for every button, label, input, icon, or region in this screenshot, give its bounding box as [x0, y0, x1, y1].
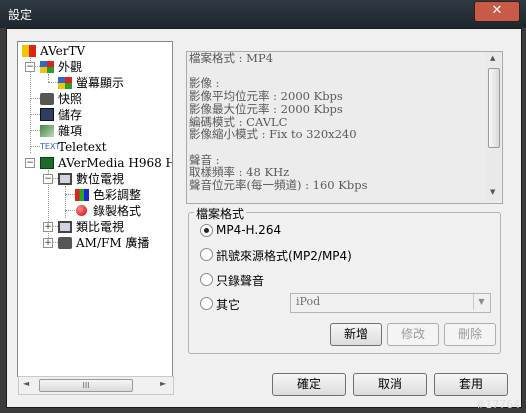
apply-button[interactable]: 套用: [434, 373, 508, 396]
radio-source-format[interactable]: [200, 248, 213, 261]
scroll-left-arrow-icon[interactable]: ◄: [23, 379, 29, 388]
expand-toggle[interactable]: +: [43, 238, 53, 248]
radio-audio-only[interactable]: [200, 273, 213, 286]
info-vertical-scrollbar[interactable]: ▲ ▼: [486, 52, 501, 201]
add-button[interactable]: 新增: [330, 323, 382, 346]
info-line: 影像平均位元率 : 2000 Kbps: [189, 89, 343, 104]
delete-button[interactable]: 刪除: [444, 323, 496, 346]
scroll-down-arrow-icon[interactable]: ▼: [490, 188, 495, 196]
aver-logo-icon: [22, 45, 36, 57]
info-line: 檔案格式 : MP4: [189, 51, 274, 65]
title-bar: [0, 0, 526, 28]
radio-label-other: 其它: [216, 298, 241, 312]
scroll-thumb[interactable]: [488, 68, 500, 148]
close-button[interactable]: ✕: [474, 1, 520, 22]
ok-button[interactable]: 確定: [272, 373, 346, 396]
format-info-text: 檔案格式 : MP4 影像 : 影像平均位元率 : 2000 Kbps 影像最大位元…: [189, 52, 484, 192]
collapse-toggle[interactable]: −: [25, 158, 35, 168]
camera-icon: [40, 93, 54, 105]
disk-icon: [40, 108, 54, 121]
info-line: [189, 141, 484, 154]
cancel-button[interactable]: 取消: [353, 373, 427, 396]
record-icon: [76, 205, 87, 216]
info-line: 影像最大位元率 : 2000 Kbps: [189, 101, 343, 116]
watermark: #17764: [476, 398, 521, 411]
color-bars-icon: [75, 189, 89, 201]
radio-other[interactable]: [200, 297, 213, 310]
teletext-icon: TEXT: [40, 142, 61, 151]
device-icon: [40, 157, 54, 169]
radio-label-mp4-h264: MP4-H.264: [216, 223, 282, 237]
tv-icon: [58, 221, 72, 233]
window-title: 設定: [8, 8, 33, 22]
expand-toggle[interactable]: +: [43, 222, 53, 232]
format-group-label: 檔案格式: [194, 205, 247, 222]
scroll-up-arrow-icon[interactable]: ▲: [490, 54, 495, 62]
radio-label-audio-only: 只錄聲音: [216, 274, 265, 288]
chevron-down-icon[interactable]: ▼: [473, 294, 489, 310]
collapse-toggle[interactable]: −: [43, 174, 53, 184]
radio-icon: [58, 237, 72, 249]
other-format-select[interactable]: [290, 293, 491, 313]
settings-tree[interactable]: − − − + + AVerTV 外觀 螢幕顯示 快照 儲存 雜項 TEXT T…: [17, 41, 173, 377]
collapse-toggle[interactable]: −: [25, 62, 35, 72]
scroll-thumb[interactable]: III: [39, 379, 133, 392]
format-info-box: 檔案格式 : MP4 影像 : 影像平均位元率 : 2000 Kbps 影像最大位元…: [186, 51, 503, 204]
info-line: 影像縮小模式 : Fix to 320x240: [189, 127, 357, 142]
tree-horizontal-scrollbar[interactable]: ◄ III ►: [18, 376, 174, 395]
radio-mp4-h264[interactable]: [200, 224, 213, 237]
misc-icon: [40, 125, 54, 137]
appearance-icon: [40, 61, 54, 73]
osd-icon: [58, 77, 72, 89]
other-format-value: iPod: [296, 295, 321, 308]
tv-icon: [58, 173, 72, 185]
info-line: 聲音位元率(每一頻道) : 160 Kbps: [189, 178, 368, 193]
scroll-right-arrow-icon[interactable]: ►: [160, 379, 166, 388]
info-line: [189, 65, 484, 78]
radio-label-source-format: 訊號來源格式(MP2/MP4): [216, 249, 352, 263]
edit-button[interactable]: 修改: [387, 323, 439, 346]
